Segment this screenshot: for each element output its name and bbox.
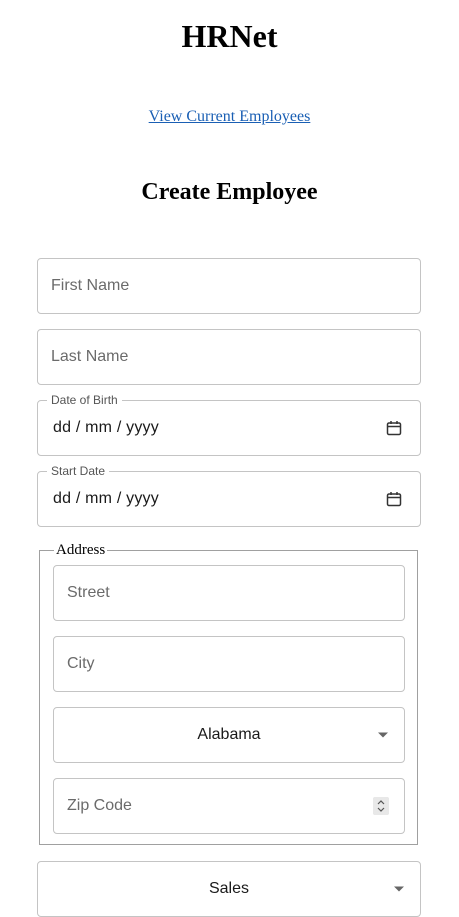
view-employees-link[interactable]: View Current Employees <box>149 108 311 125</box>
street-field[interactable]: Street <box>53 565 405 621</box>
chevron-down-icon <box>394 886 404 892</box>
state-selected-value: Alabama <box>197 726 261 743</box>
city-placeholder: City <box>67 655 95 672</box>
street-placeholder: Street <box>67 584 110 601</box>
last-name-placeholder: Last Name <box>51 348 129 365</box>
zip-code-placeholder: Zip Code <box>67 797 132 814</box>
department-selected-value: Sales <box>208 880 250 897</box>
date-of-birth-field[interactable]: Date of Birth dd / mm / yyyy <box>37 393 421 456</box>
last-name-field[interactable]: Last Name <box>37 329 421 385</box>
first-name-field[interactable]: First Name <box>37 258 421 314</box>
date-of-birth-value: dd / mm / yyyy <box>53 419 159 436</box>
address-legend: Address <box>54 542 108 558</box>
zip-code-field[interactable]: Zip Code <box>53 778 405 834</box>
calendar-icon[interactable] <box>386 420 402 436</box>
page-title: Create Employee <box>141 179 318 205</box>
app-title: HRNet <box>181 18 278 54</box>
nav-link-container: View Current Employees <box>0 107 459 127</box>
first-name-placeholder: First Name <box>51 277 130 294</box>
number-stepper-icon[interactable] <box>373 797 389 815</box>
start-date-value: dd / mm / yyyy <box>53 490 159 507</box>
chevron-down-icon <box>378 732 388 738</box>
department-select[interactable]: Sales <box>37 861 421 917</box>
start-date-label: Start Date <box>47 464 110 478</box>
calendar-icon[interactable] <box>386 491 402 507</box>
start-date-field[interactable]: Start Date dd / mm / yyyy <box>37 464 421 527</box>
date-of-birth-label: Date of Birth <box>47 393 122 407</box>
state-select[interactable]: Alabama <box>53 707 405 763</box>
city-field[interactable]: City <box>53 636 405 692</box>
